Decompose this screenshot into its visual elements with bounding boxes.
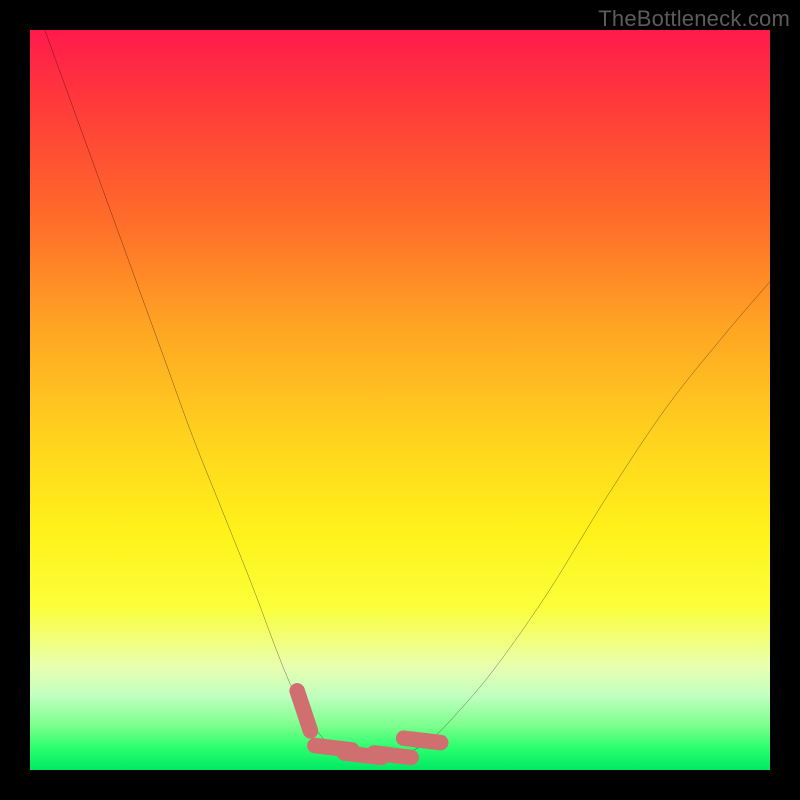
curve-layer bbox=[30, 30, 770, 770]
chart-frame: TheBottleneck.com bbox=[0, 0, 800, 800]
optimal-range-bottom-3 bbox=[374, 753, 411, 757]
plot-area bbox=[30, 30, 770, 770]
bottleneck-curve bbox=[45, 30, 770, 756]
optimal-range-left-marker bbox=[297, 691, 310, 731]
optimal-range-right-marker bbox=[404, 738, 441, 742]
optimal-range-markers bbox=[297, 691, 441, 758]
watermark-text: TheBottleneck.com bbox=[598, 6, 790, 32]
